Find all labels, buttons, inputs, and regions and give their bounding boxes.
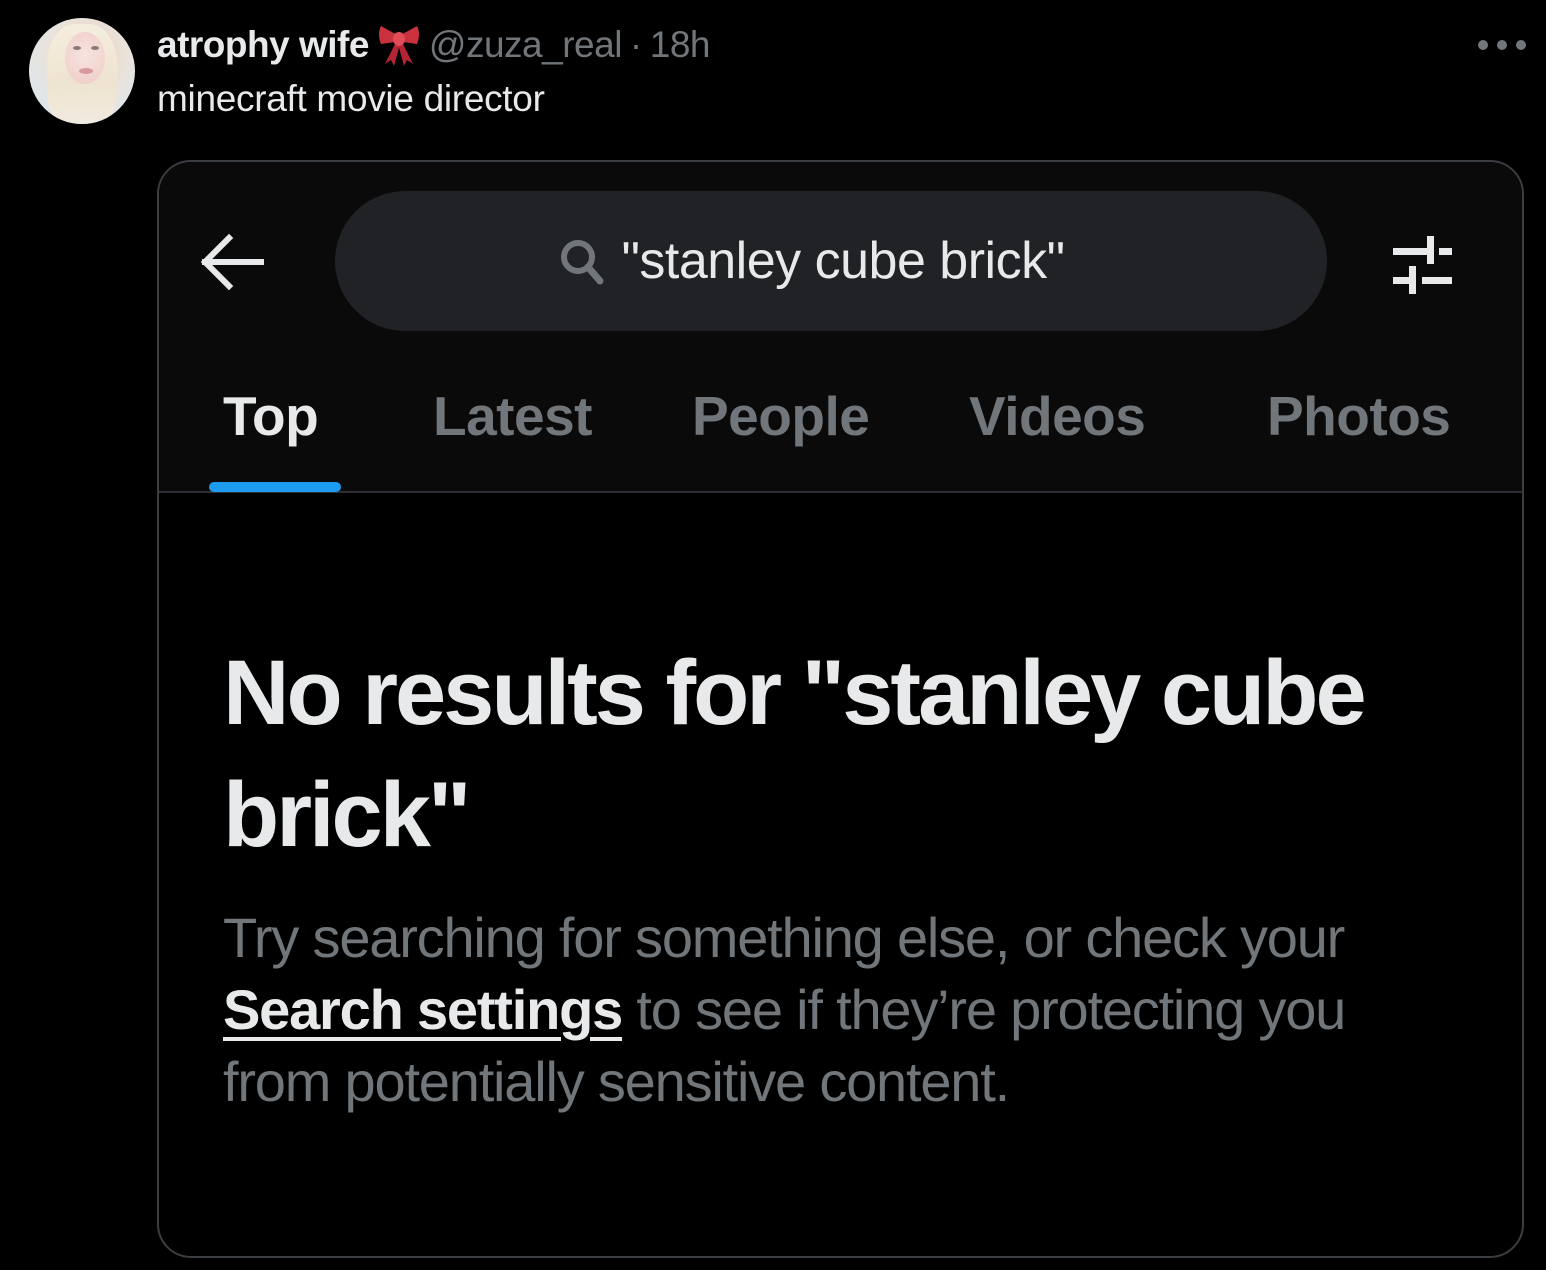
tweet-header: atrophy wife @zuza_real · 18h <box>157 22 710 68</box>
sliders-icon <box>1393 236 1452 294</box>
display-name[interactable]: atrophy wife <box>157 24 369 66</box>
avatar-eye <box>73 46 81 50</box>
more-options-button[interactable] <box>1478 30 1526 60</box>
ribbon-bow-icon <box>375 22 423 68</box>
search-icon <box>561 240 604 285</box>
tweet-text: minecraft movie director <box>157 78 545 119</box>
more-horizontal-icon-dot <box>1497 40 1507 50</box>
avatar-face <box>65 32 105 84</box>
tab-label: Photos <box>1267 385 1451 447</box>
search-settings-link[interactable]: Search settings <box>223 978 623 1041</box>
search-header: "stanley cube brick" Top Latest People V… <box>159 162 1522 493</box>
tab-label: People <box>692 385 870 447</box>
empty-state-title: No results for "stanley cube brick" <box>223 642 1367 866</box>
back-button[interactable] <box>195 232 265 292</box>
more-horizontal-icon-dot <box>1478 40 1488 50</box>
avatar-eye <box>91 46 99 50</box>
separator: · <box>629 24 642 65</box>
tab-label: Latest <box>433 385 593 447</box>
search-filter-button[interactable] <box>1387 228 1467 298</box>
timestamp[interactable]: 18h <box>650 24 711 66</box>
search-tabs: Top Latest People Videos Photos <box>159 376 1522 491</box>
user-handle[interactable]: @zuza_real <box>429 24 623 66</box>
empty-state-text: Try searching for something else, or che… <box>223 906 1345 969</box>
more-horizontal-icon-dot <box>1516 40 1526 50</box>
search-input[interactable]: "stanley cube brick" <box>335 191 1327 331</box>
tab-label: Top <box>223 385 319 447</box>
tab-label: Videos <box>969 385 1146 447</box>
tweet: atrophy wife @zuza_real · 18h minecraft … <box>0 0 1546 1270</box>
avatar[interactable] <box>29 18 135 124</box>
arrow-left-icon <box>200 233 264 291</box>
avatar-lips <box>79 68 93 74</box>
attached-image[interactable]: "stanley cube brick" Top Latest People V… <box>157 160 1524 1258</box>
search-query: "stanley cube brick" <box>621 232 1065 290</box>
active-tab-indicator <box>209 482 341 492</box>
empty-state-message: Try searching for something else, or che… <box>223 902 1423 1118</box>
